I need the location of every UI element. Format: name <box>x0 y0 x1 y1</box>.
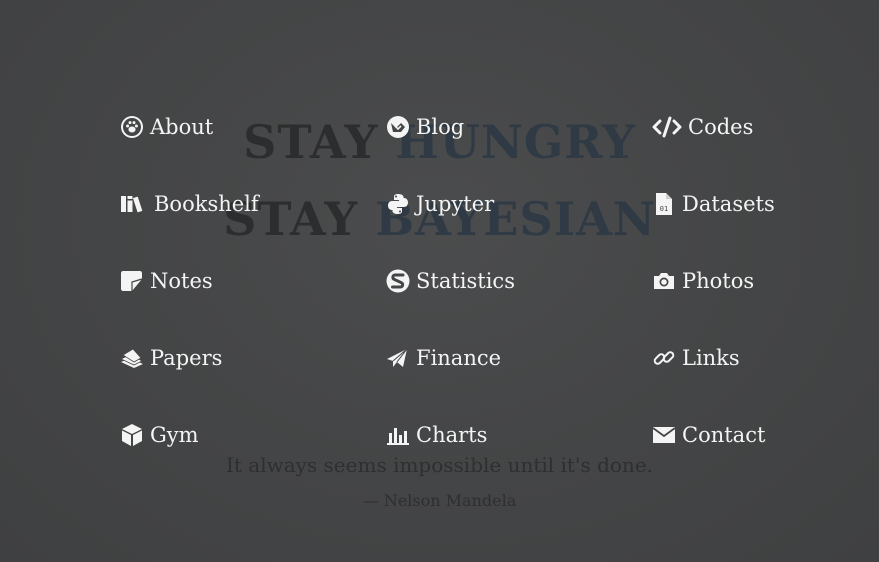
menu-label: Notes <box>150 269 213 293</box>
menu-label: Codes <box>688 115 754 139</box>
menu-item-blog[interactable]: Blog <box>386 112 464 142</box>
quote-author: — Nelson Mandela <box>362 491 517 510</box>
camera-icon <box>652 269 676 293</box>
envelope-icon <box>652 423 676 447</box>
menu-item-statistics[interactable]: Statistics <box>386 266 515 296</box>
note-icon <box>120 269 144 293</box>
paw-icon <box>120 115 144 139</box>
hero-word-stay: STAY <box>243 115 379 169</box>
menu-label: Gym <box>150 423 199 447</box>
books-icon <box>120 192 148 216</box>
code-icon <box>652 115 682 139</box>
menu-label: Statistics <box>416 269 515 293</box>
menu-label: Papers <box>150 346 223 370</box>
blog-icon <box>386 115 410 139</box>
cube-icon <box>120 423 144 447</box>
menu-label: Blog <box>416 115 465 139</box>
python-icon <box>386 192 410 216</box>
menu-item-finance[interactable]: Finance <box>386 343 501 373</box>
menu-label: Charts <box>416 423 488 447</box>
paper-plane-icon <box>386 346 410 370</box>
link-icon <box>652 346 676 370</box>
menu-label: About <box>150 115 214 139</box>
papers-icon <box>120 346 144 370</box>
menu-item-datasets[interactable]: 01 Datasets <box>652 189 775 219</box>
quote-text: It always seems impossible until it's do… <box>225 453 654 477</box>
binary-file-icon: 01 <box>652 192 676 216</box>
menu-label: Jupyter <box>416 192 495 216</box>
menu-item-links[interactable]: Links <box>652 343 740 373</box>
menu-item-notes[interactable]: Notes <box>120 266 213 296</box>
menu-item-codes[interactable]: Codes <box>652 112 753 142</box>
menu-item-about[interactable]: About <box>120 112 213 142</box>
menu-item-contact[interactable]: Contact <box>652 420 765 450</box>
menu-item-photos[interactable]: Photos <box>652 266 754 296</box>
menu-item-papers[interactable]: Papers <box>120 343 222 373</box>
menu-label: Photos <box>682 269 755 293</box>
menu-item-gym[interactable]: Gym <box>120 420 199 450</box>
menu-item-jupyter[interactable]: Jupyter <box>386 189 494 219</box>
menu-label: Links <box>682 346 740 370</box>
bar-chart-icon <box>386 423 410 447</box>
menu-label: Bookshelf <box>154 192 259 216</box>
svg-text:01: 01 <box>660 205 668 213</box>
menu-label: Contact <box>682 423 766 447</box>
s-logo-icon <box>386 269 410 293</box>
menu-item-charts[interactable]: Charts <box>386 420 487 450</box>
menu-label: Datasets <box>682 192 775 216</box>
menu-item-bookshelf[interactable]: Bookshelf <box>120 189 259 219</box>
menu-label: Finance <box>416 346 502 370</box>
